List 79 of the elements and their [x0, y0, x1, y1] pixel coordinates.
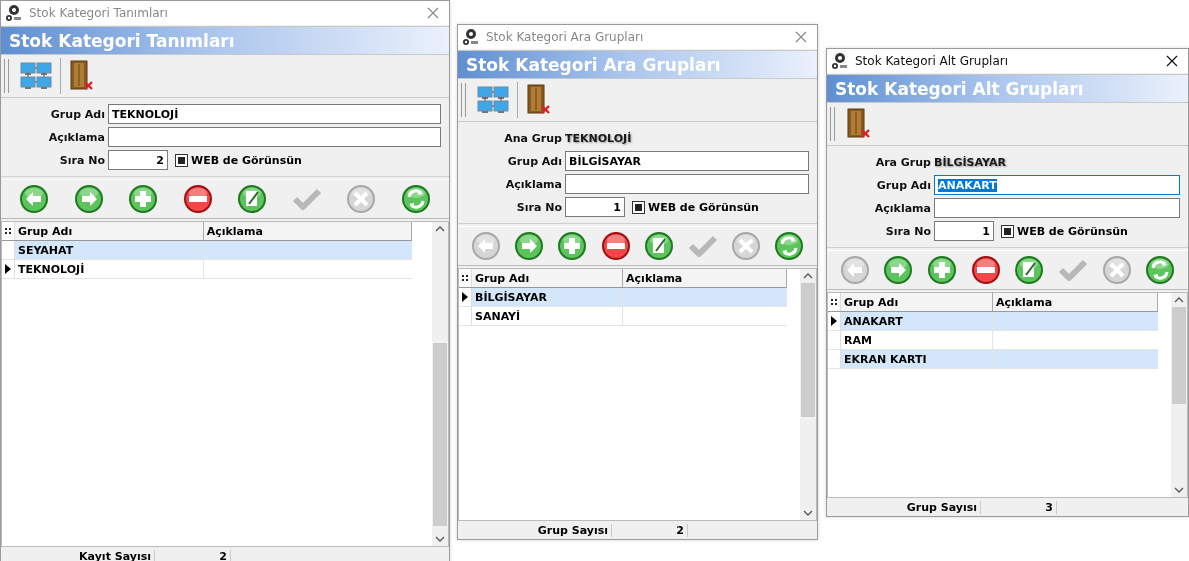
delete-button[interactable]	[182, 184, 213, 214]
gears-icon	[462, 28, 480, 46]
text-field[interactable]: TEKNOLOJİ	[108, 104, 441, 124]
number-field[interactable]: 1	[934, 221, 994, 241]
number-field[interactable]: 1	[565, 197, 625, 217]
forward-button[interactable]	[514, 231, 545, 261]
field-label: Ana Grup	[503, 131, 562, 145]
field-label: Grup Adı	[506, 154, 562, 168]
edit-button[interactable]	[237, 184, 268, 214]
window-title: Stok Kategori Alt Grupları	[855, 54, 1010, 68]
close-icon[interactable]	[1166, 55, 1178, 67]
table-cell: SEYAHAT	[15, 241, 204, 259]
field-label: Ara Grup	[874, 155, 931, 169]
column-header[interactable]: Grup Adı	[841, 293, 993, 311]
column-header[interactable]: Grup Adı	[472, 269, 624, 287]
record-count: 3	[981, 500, 1057, 514]
forward-button[interactable]	[883, 255, 914, 285]
refresh-button[interactable]	[400, 184, 431, 214]
checkbox[interactable]	[632, 200, 645, 214]
scroll-thumb[interactable]	[801, 283, 815, 417]
form-heading: Stok Kategori Tanımları	[1, 26, 449, 54]
footer-label: Grup Sayısı	[458, 523, 612, 537]
column-header[interactable]: Açıklama	[203, 222, 413, 240]
table-cell: ANAKART	[841, 312, 993, 330]
record-count: 2	[612, 523, 688, 537]
column-header[interactable]: Açıklama	[623, 269, 788, 287]
parent-group-value: BİLGİSAYAR	[934, 155, 1006, 169]
footer-label: Kayıt Sayısı	[1, 549, 155, 561]
back-button[interactable]	[19, 184, 50, 214]
window-title: Stok Kategori Tanımları	[29, 6, 169, 20]
edit-button[interactable]	[1014, 255, 1045, 285]
field-label: Sıra No	[58, 153, 105, 167]
scrollbar[interactable]	[1171, 293, 1187, 497]
form-heading: Stok Kategori Ara Grupları	[458, 50, 817, 78]
column-header[interactable]: Grup Adı	[15, 222, 204, 240]
table-cell: RAM	[841, 331, 993, 349]
refresh-button[interactable]	[774, 231, 805, 261]
refresh-button[interactable]	[1145, 255, 1176, 285]
number-field[interactable]: 2	[108, 150, 168, 170]
scrollbar[interactable]	[432, 222, 448, 546]
forward-button[interactable]	[73, 184, 104, 214]
window-title: Stok Kategori Ara Grupları	[486, 30, 645, 44]
text-field[interactable]	[108, 127, 441, 147]
scroll-thumb[interactable]	[1172, 307, 1186, 404]
field-label: Açıklama	[504, 177, 562, 191]
text-field[interactable]	[565, 174, 809, 194]
scrollbar[interactable]	[800, 269, 816, 520]
scroll-thumb[interactable]	[433, 342, 447, 527]
text-field[interactable]: ANAKART	[934, 175, 1180, 195]
table-cell: TEKNOLOJİ	[15, 260, 204, 278]
edit-button[interactable]	[644, 231, 675, 261]
record-count: 2	[155, 549, 231, 561]
field-label: Grup Adı	[49, 107, 105, 121]
parent-group-value: TEKNOLOJİ	[565, 131, 632, 145]
field-label: Sıra No	[884, 224, 931, 238]
checkbox[interactable]	[175, 153, 188, 167]
field-label: Grup Adı	[875, 178, 931, 192]
checkbox-label: WEB de Görünsün	[648, 200, 759, 214]
checkbox-label: WEB de Görünsün	[1017, 224, 1128, 238]
field-label: Sıra No	[515, 200, 562, 214]
checkbox-label: WEB de Görünsün	[191, 153, 302, 167]
form-heading: Stok Kategori Alt Grupları	[827, 74, 1188, 102]
add-button[interactable]	[128, 184, 159, 214]
gears-icon	[831, 52, 849, 70]
gears-icon	[5, 4, 23, 22]
field-label: Açıklama	[47, 130, 105, 144]
add-button[interactable]	[927, 255, 958, 285]
delete-button[interactable]	[970, 255, 1001, 285]
checkbox[interactable]	[1001, 224, 1014, 238]
table-cell: BİLGİSAYAR	[472, 288, 624, 306]
text-field[interactable]: BİLGİSAYAR	[565, 151, 809, 171]
field-label: Açıklama	[873, 201, 931, 215]
footer-label: Grup Sayısı	[827, 500, 981, 514]
table-cell: EKRAN KARTI	[841, 350, 993, 368]
delete-button[interactable]	[600, 231, 631, 261]
add-button[interactable]	[557, 231, 588, 261]
column-header[interactable]: Açıklama	[992, 293, 1159, 311]
text-field[interactable]	[934, 198, 1180, 218]
table-cell: SANAYİ	[472, 307, 624, 325]
